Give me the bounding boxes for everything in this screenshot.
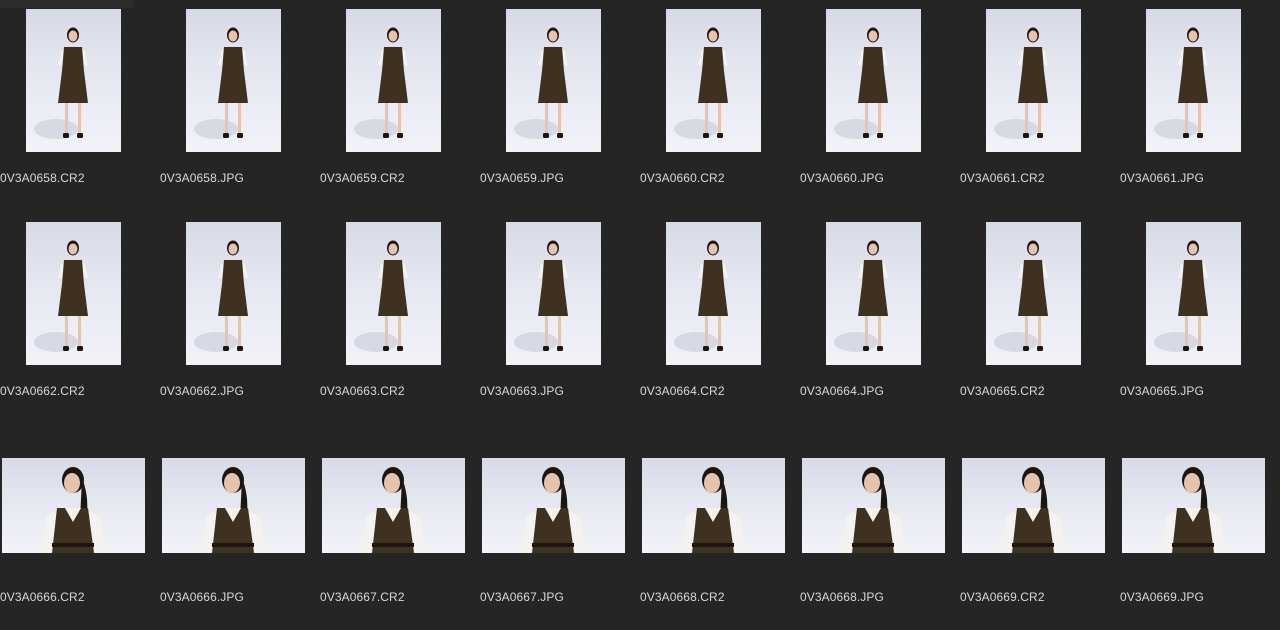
- file-thumbnail[interactable]: [162, 458, 305, 553]
- file-name-label: 0V3A0665.JPG: [1120, 384, 1204, 398]
- file-name-label: 0V3A0666.CR2: [0, 590, 85, 604]
- file-thumbnail[interactable]: [666, 9, 761, 152]
- file-item[interactable]: 0V3A0661.CR2: [960, 9, 1110, 199]
- file-thumbnail[interactable]: [346, 222, 441, 365]
- file-thumbnail[interactable]: [1122, 458, 1265, 553]
- file-item[interactable]: 0V3A0659.CR2: [320, 9, 470, 199]
- file-item[interactable]: 0V3A0663.JPG: [480, 222, 630, 412]
- file-name-label: 0V3A0663.JPG: [480, 384, 564, 398]
- file-item[interactable]: 0V3A0664.JPG: [800, 222, 950, 412]
- file-item[interactable]: 0V3A0666.CR2: [0, 428, 150, 618]
- file-thumbnail[interactable]: [482, 458, 625, 553]
- file-name-label: 0V3A0658.JPG: [160, 171, 244, 185]
- file-name-label: 0V3A0668.JPG: [800, 590, 884, 604]
- file-thumbnail[interactable]: [186, 9, 281, 152]
- file-item[interactable]: 0V3A0659.JPG: [480, 9, 630, 199]
- file-thumbnail[interactable]: [642, 458, 785, 553]
- file-thumbnail[interactable]: [986, 9, 1081, 152]
- file-name-label: 0V3A0662.CR2: [0, 384, 85, 398]
- file-name-label: 0V3A0660.JPG: [800, 171, 884, 185]
- file-item[interactable]: 0V3A0665.JPG: [1120, 222, 1270, 412]
- file-item[interactable]: 0V3A0668.JPG: [800, 428, 950, 618]
- file-item[interactable]: 0V3A0662.JPG: [160, 222, 310, 412]
- file-browser-grid: 0V3A0658.CR2 0V3A0658.JPG 0V3A0659.CR2 0V3A…: [0, 0, 1280, 630]
- file-thumbnail[interactable]: [506, 9, 601, 152]
- file-thumbnail[interactable]: [802, 458, 945, 553]
- file-thumbnail[interactable]: [826, 222, 921, 365]
- file-thumbnail[interactable]: [2, 458, 145, 553]
- file-item[interactable]: 0V3A0663.CR2: [320, 222, 470, 412]
- file-thumbnail[interactable]: [506, 222, 601, 365]
- file-name-label: 0V3A0658.CR2: [0, 171, 85, 185]
- file-name-label: 0V3A0659.JPG: [480, 171, 564, 185]
- file-name-label: 0V3A0668.CR2: [640, 590, 725, 604]
- file-item[interactable]: 0V3A0669.JPG: [1120, 428, 1270, 618]
- file-thumbnail[interactable]: [346, 9, 441, 152]
- file-item[interactable]: 0V3A0667.CR2: [320, 428, 470, 618]
- file-name-label: 0V3A0663.CR2: [320, 384, 405, 398]
- file-thumbnail[interactable]: [666, 222, 761, 365]
- file-thumbnail[interactable]: [1146, 9, 1241, 152]
- file-name-label: 0V3A0666.JPG: [160, 590, 244, 604]
- file-name-label: 0V3A0662.JPG: [160, 384, 244, 398]
- file-thumbnail[interactable]: [1146, 222, 1241, 365]
- file-name-label: 0V3A0669.CR2: [960, 590, 1045, 604]
- file-item[interactable]: 0V3A0660.JPG: [800, 9, 950, 199]
- file-name-label: 0V3A0661.CR2: [960, 171, 1045, 185]
- file-item[interactable]: 0V3A0666.JPG: [160, 428, 310, 618]
- file-thumbnail[interactable]: [26, 222, 121, 365]
- file-thumbnail[interactable]: [322, 458, 465, 553]
- file-thumbnail[interactable]: [186, 222, 281, 365]
- file-name-label: 0V3A0664.CR2: [640, 384, 725, 398]
- file-item[interactable]: 0V3A0665.CR2: [960, 222, 1110, 412]
- file-name-label: 0V3A0669.JPG: [1120, 590, 1204, 604]
- file-item[interactable]: 0V3A0669.CR2: [960, 428, 1110, 618]
- file-thumbnail[interactable]: [962, 458, 1105, 553]
- file-item[interactable]: 0V3A0667.JPG: [480, 428, 630, 618]
- file-item[interactable]: 0V3A0668.CR2: [640, 428, 790, 618]
- toolbar-edge: [0, 0, 133, 8]
- file-name-label: 0V3A0660.CR2: [640, 171, 725, 185]
- file-name-label: 0V3A0661.JPG: [1120, 171, 1204, 185]
- file-name-label: 0V3A0664.JPG: [800, 384, 884, 398]
- file-name-label: 0V3A0659.CR2: [320, 171, 405, 185]
- file-name-label: 0V3A0667.CR2: [320, 590, 405, 604]
- file-thumbnail[interactable]: [826, 9, 921, 152]
- file-item[interactable]: 0V3A0658.JPG: [160, 9, 310, 199]
- file-item[interactable]: 0V3A0660.CR2: [640, 9, 790, 199]
- file-name-label: 0V3A0667.JPG: [480, 590, 564, 604]
- file-item[interactable]: 0V3A0658.CR2: [0, 9, 150, 199]
- file-item[interactable]: 0V3A0661.JPG: [1120, 9, 1270, 199]
- file-thumbnail[interactable]: [26, 9, 121, 152]
- file-name-label: 0V3A0665.CR2: [960, 384, 1045, 398]
- file-item[interactable]: 0V3A0664.CR2: [640, 222, 790, 412]
- file-item[interactable]: 0V3A0662.CR2: [0, 222, 150, 412]
- file-thumbnail[interactable]: [986, 222, 1081, 365]
